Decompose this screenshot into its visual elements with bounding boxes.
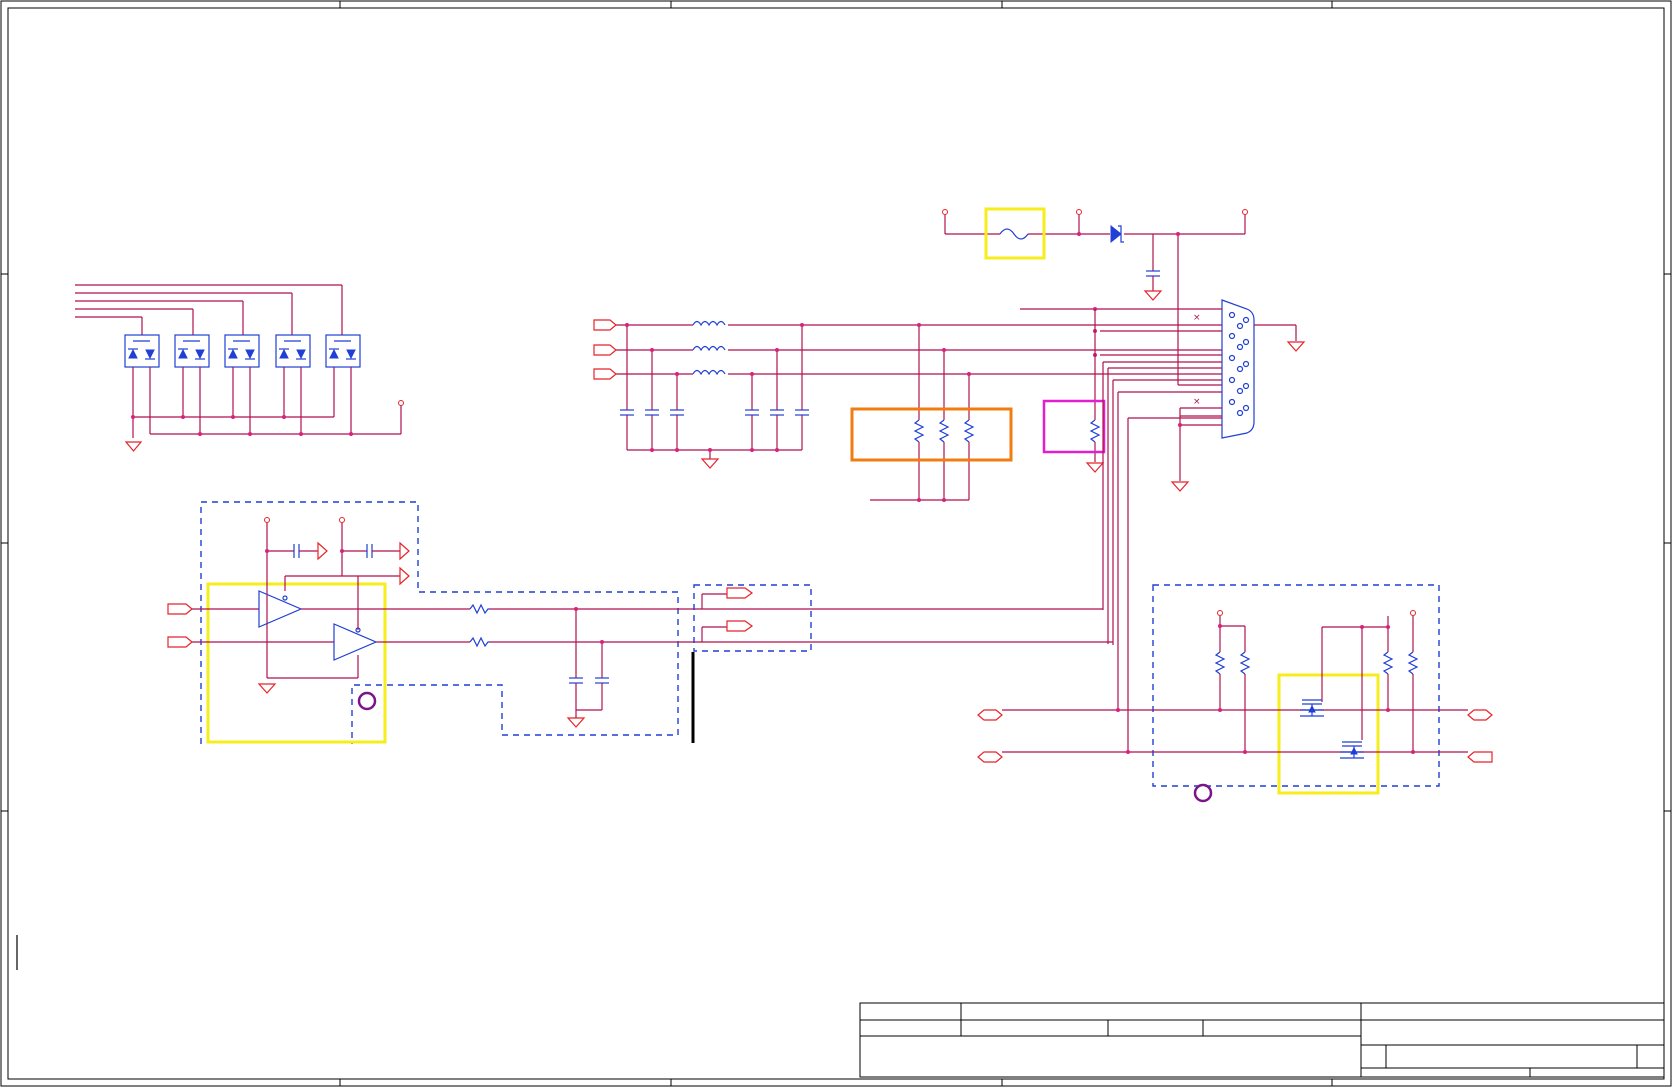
resistor-icon [1214, 651, 1226, 675]
power-rail-icon [1076, 209, 1082, 215]
power-rail-icon [398, 400, 404, 406]
power-rail-icon [339, 517, 345, 523]
sync-routing [1102, 362, 1129, 752]
port-icon [167, 603, 193, 615]
resistor-icon [469, 636, 490, 648]
tvs-array-section [75, 284, 404, 452]
port-icon [167, 636, 193, 648]
termination-highlight [850, 407, 1013, 462]
vga-connector: × × [1020, 299, 1306, 492]
resistor-icon [1239, 651, 1251, 675]
port-icon [1467, 751, 1493, 763]
fuse-icon [999, 228, 1029, 240]
tvs-diode-icon [124, 334, 160, 368]
ferrite-bead-icon [692, 320, 726, 327]
tvs-diode-icon [224, 334, 260, 368]
test-marker [1193, 783, 1213, 803]
ground-icon [317, 541, 328, 561]
svg-text:×: × [1193, 313, 1201, 323]
tvs-diode-icon [325, 334, 361, 368]
mosfet-icon [1300, 699, 1324, 717]
sync-buffer-section [167, 501, 1113, 744]
resistor-icon [1407, 651, 1419, 675]
port-icon [593, 344, 617, 356]
id-pulldown-section [1042, 309, 1106, 473]
port-icon [977, 751, 1003, 763]
svg-text:×: × [1193, 397, 1201, 407]
resistor-icon [469, 603, 490, 615]
mosfet-highlight [1277, 673, 1380, 795]
ground-icon [124, 441, 143, 452]
title-block [859, 1002, 1665, 1078]
test-marker [357, 691, 377, 711]
power-rail-icon [1410, 610, 1416, 616]
sheet-border [0, 0, 1672, 1087]
ddc-level-shift-section [977, 584, 1493, 803]
schematic-sheet: × × [0, 0, 1672, 1087]
opamp-icon [258, 590, 303, 628]
port-icon [593, 319, 617, 331]
power-rail-icon [1217, 610, 1223, 616]
ground-icon [1170, 481, 1190, 492]
ground-icon [399, 566, 410, 586]
port-icon [726, 587, 754, 599]
tvs-diode-icon [275, 334, 311, 368]
power-rail-icon [942, 209, 948, 215]
mosfet-icon [1340, 741, 1364, 759]
ground-icon [700, 458, 720, 469]
schottky-diode-icon [1110, 224, 1124, 244]
ground-icon [566, 717, 586, 728]
ground-icon [257, 683, 277, 694]
capacitor-icon [620, 409, 809, 416]
resistor-icon [1382, 651, 1394, 675]
port-icon [1467, 709, 1493, 721]
resistor-icon [1089, 419, 1101, 443]
port-icon [726, 620, 754, 632]
ground-icon [399, 541, 410, 561]
resistor-icon [913, 419, 975, 443]
opamp-icon [333, 623, 378, 661]
port-icon [977, 709, 1003, 721]
ground-icon [1286, 341, 1306, 352]
ferrite-bead-icon [692, 345, 726, 352]
ground-icon [1085, 462, 1105, 473]
port-icon [593, 368, 617, 380]
power-rail-icon [264, 517, 270, 523]
power-rail-icon [1242, 209, 1248, 215]
ground-icon [1143, 290, 1163, 301]
tvs-diode-icon [174, 334, 210, 368]
ferrite-bead-icon [692, 369, 726, 376]
